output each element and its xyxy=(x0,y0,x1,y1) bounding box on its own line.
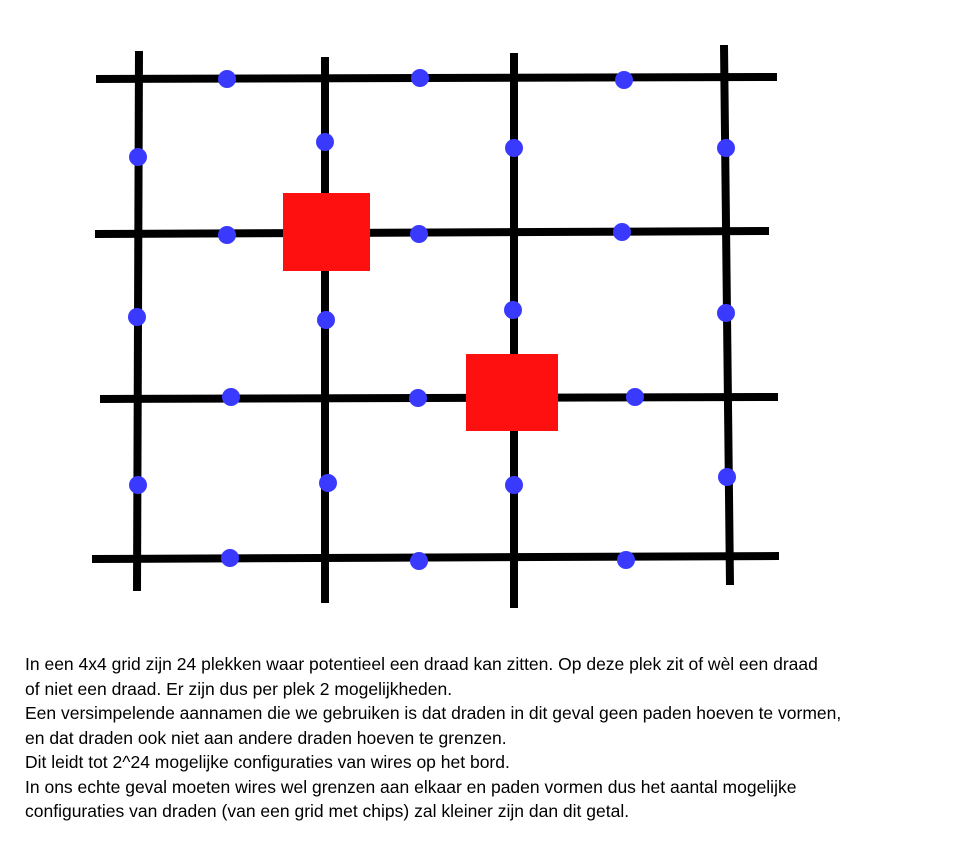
wire-slot xyxy=(218,70,236,88)
wire-slot xyxy=(128,308,146,326)
chip-1 xyxy=(283,193,370,271)
chip-2 xyxy=(466,354,558,431)
description-line: Dit leidt tot 2^24 mogelijke configurati… xyxy=(25,752,510,772)
wire-slot xyxy=(319,474,337,492)
wire-slot xyxy=(129,148,147,166)
description-line: of niet een draad. Er zijn dus per plek … xyxy=(25,678,453,699)
wire-slot xyxy=(411,69,429,87)
description-line: In ons echte geval moeten wires wel gren… xyxy=(25,776,797,797)
grid-line-horizontal-4 xyxy=(91,552,780,563)
wire-slot xyxy=(717,304,735,322)
wire-slot xyxy=(613,223,631,241)
wire-slot xyxy=(222,388,240,406)
wire-slot xyxy=(626,388,644,406)
wire-slot xyxy=(615,71,633,89)
wire-slot xyxy=(218,226,236,244)
wire-slot xyxy=(617,551,635,569)
description-line: Een versimpelende aannamen die we gebrui… xyxy=(25,703,842,723)
wire-slot xyxy=(409,389,427,407)
grid-line-horizontal-1 xyxy=(95,73,778,83)
description-line: In een 4x4 grid zijn 24 plekken waar pot… xyxy=(25,654,818,674)
wire-slot xyxy=(410,552,428,570)
description-line: en dat draden ook niet aan andere draden… xyxy=(25,727,507,748)
wire-slot xyxy=(410,225,428,243)
wire-slot xyxy=(317,311,335,329)
wire-slot xyxy=(129,476,147,494)
wire-slot xyxy=(718,468,736,486)
wire-slot xyxy=(505,476,523,494)
grid-line-horizontal-2 xyxy=(94,227,770,238)
wire-slot xyxy=(717,139,735,157)
description-line: configuraties van draden (van een grid m… xyxy=(25,801,630,821)
vertical-grid-lines xyxy=(133,44,734,608)
grid-diagram xyxy=(91,44,780,608)
wire-slot xyxy=(316,133,334,151)
wire-slot xyxy=(221,549,239,567)
wire-slot xyxy=(504,301,522,319)
wire-slot xyxy=(505,139,523,157)
grid-line-horizontal-3 xyxy=(99,393,779,403)
wire-slots xyxy=(128,69,736,570)
horizontal-grid-lines xyxy=(91,73,780,563)
description-text: In een 4x4 grid zijn 24 plekken waar pot… xyxy=(25,652,960,824)
